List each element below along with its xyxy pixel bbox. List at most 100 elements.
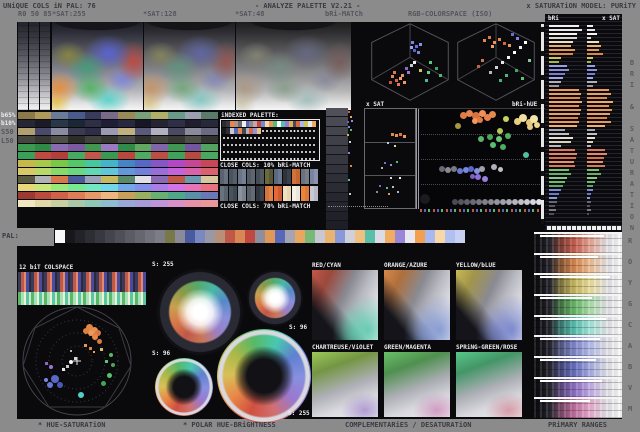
data-point: [424, 78, 428, 82]
data-point: [390, 74, 394, 78]
data-point: [390, 177, 392, 179]
mode-polar-hue-brightness[interactable]: * POLAR HUE-BRiGHTNESS: [183, 421, 276, 429]
color-cell: [375, 230, 385, 243]
color-cell: [205, 230, 215, 243]
primary-ranges-blocks: [534, 232, 622, 419]
sat-column-toggle[interactable]: x SAT: [602, 15, 620, 22]
xsat-scatter-toggle[interactable]: x SAT: [366, 101, 384, 108]
analyze-palette-screen: UNiQUE COLS iN PAL: 76 - ANALYZE PALETTE…: [0, 0, 640, 432]
data-point: [57, 382, 63, 388]
hue-saturation-polar: [18, 304, 136, 418]
color-cell: [95, 230, 105, 243]
pal-strip[interactable]: [55, 230, 465, 243]
bars-scrollbar[interactable]: [541, 24, 544, 224]
bri-bar: [549, 37, 577, 39]
xsat-scatter-panel: [364, 108, 416, 209]
close-color-pair: [310, 169, 318, 184]
comp-label-orange-azure: ORANGE/AZURE: [384, 262, 428, 269]
rgb-values-label: R0 50 85: [18, 10, 52, 18]
palette-slot[interactable]: [312, 135, 316, 141]
data-point: [392, 70, 396, 74]
primary-range-block: [534, 335, 622, 357]
data-point: [406, 70, 410, 74]
data-point: [414, 44, 418, 48]
saturation-model-toggle[interactable]: x SATURATiON MODEL: PURiTY: [526, 2, 636, 10]
data-point: [507, 43, 511, 47]
primary-range-block: [534, 294, 622, 315]
close-color-pair: [292, 186, 300, 201]
data-point: [78, 392, 84, 398]
color-cell: [235, 230, 245, 243]
bri-bar: [549, 153, 577, 155]
polar-s255-label-b: S: 255: [288, 410, 310, 417]
sat-bar: [587, 77, 593, 79]
data-point: [482, 176, 488, 182]
histogram-strip: [18, 112, 219, 119]
color-cell: [285, 230, 295, 243]
bri-bar: [549, 77, 563, 79]
data-point: [515, 36, 519, 40]
sat-128-toggle[interactable]: *SAT:128: [143, 10, 177, 18]
sat-48-toggle[interactable]: *SAT:48: [235, 10, 265, 18]
palette-slot[interactable]: [312, 149, 316, 155]
hue-range-letter: Y: [628, 279, 633, 287]
sat-bar: [587, 73, 595, 75]
bri-match-label: bRi-MATCh: [325, 10, 363, 18]
color-cell: [295, 230, 305, 243]
sat-bar: [587, 89, 609, 91]
mode-hue-saturation[interactable]: * HUE-SATURATiON: [38, 421, 105, 429]
comp-label-chartreuse-violet: CHARTREUSE/ViOLET: [312, 344, 374, 351]
color-cell: [215, 230, 225, 243]
data-point: [394, 133, 398, 137]
brightness-ramp-column: [326, 108, 356, 240]
sat-bar: [587, 205, 590, 207]
brightness-marks: [326, 108, 356, 240]
color-cell: [135, 230, 145, 243]
primary-range-block: [534, 376, 622, 398]
bri-bar: [549, 85, 559, 87]
sat-255-toggle[interactable]: *SAT:255: [52, 10, 86, 18]
hue-range-letter: M: [628, 405, 633, 413]
sat-bar: [587, 105, 609, 107]
palette-slot[interactable]: [312, 121, 316, 127]
histogram-strip: [18, 136, 219, 143]
color-cell: [415, 230, 425, 243]
close-color-pair: [256, 186, 264, 201]
color-cell: [105, 230, 115, 243]
data-point: [416, 50, 420, 54]
data-point: [348, 126, 350, 128]
data-point: [412, 48, 416, 52]
data-point: [438, 73, 442, 77]
gridline: [421, 184, 546, 185]
data-point: [426, 70, 430, 74]
data-point: [111, 363, 115, 367]
data-point: [83, 343, 87, 347]
bri-saturation-vertical-label: B R I & S A T U R A T I O N: [629, 59, 635, 232]
palette-slot[interactable]: [312, 156, 316, 162]
sat-bar: [587, 49, 599, 51]
close-color-pair: [274, 186, 282, 201]
data-point: [477, 117, 483, 123]
bri-bar: [549, 185, 563, 187]
bri-column-header: bRi: [548, 15, 559, 22]
color-cell: [345, 230, 355, 243]
data-point: [400, 73, 404, 77]
color-cell: [455, 230, 465, 243]
polar-circle-s96-bright: [247, 270, 303, 326]
indexed-palette-grid[interactable]: [222, 121, 316, 162]
brihue-scatter-panel: [416, 108, 548, 209]
palette-slot[interactable]: [312, 142, 316, 148]
histogram-strip: [18, 192, 219, 199]
data-point: [96, 338, 102, 344]
data-point: [496, 136, 502, 142]
comp-label-green-magenta: GREEN/MAGENTA: [384, 344, 431, 351]
data-point: [518, 45, 522, 49]
polar-circle-s96-dark: [155, 358, 213, 416]
data-point: [494, 65, 498, 69]
sat-bar: [587, 149, 605, 151]
data-point: [379, 185, 381, 187]
palette-slot[interactable]: [312, 128, 316, 134]
data-point: [348, 179, 350, 181]
sat-bar: [587, 185, 593, 187]
bri-bar: [549, 101, 582, 103]
